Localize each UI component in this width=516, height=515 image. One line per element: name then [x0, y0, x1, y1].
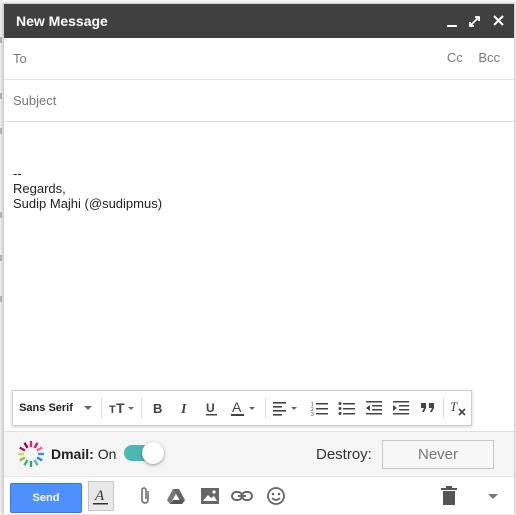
emoji-icon[interactable] [265, 485, 287, 507]
minimize-icon[interactable] [444, 12, 462, 30]
attach-icon[interactable] [134, 485, 156, 507]
subject-field[interactable]: Subject [4, 80, 514, 122]
dmail-brand: Dmail: [51, 446, 94, 462]
svg-text:T: T [450, 399, 458, 414]
underline-icon[interactable]: U [201, 391, 223, 425]
to-label: To [13, 51, 27, 66]
formatting-icon: A [93, 488, 108, 505]
svg-text:T: T [116, 400, 125, 416]
svg-text:B: B [153, 401, 162, 416]
bulleted-list-icon[interactable] [336, 391, 358, 425]
compose-bottom-toolbar: Send A [4, 476, 514, 514]
bcc-link[interactable]: Bcc [478, 50, 500, 65]
svg-text:A: A [232, 399, 242, 415]
align-icon[interactable] [271, 391, 303, 425]
svg-text:T: T [109, 404, 116, 416]
cc-link[interactable]: Cc [447, 50, 463, 65]
svg-text:3: 3 [311, 412, 314, 416]
dropdown-arrow-icon [83, 406, 92, 410]
compose-window: New Message To Cc Bcc Subject -- Regards… [3, 3, 515, 514]
signature-name: Sudip Majhi (@sudipmus) [13, 196, 163, 211]
drive-icon[interactable] [165, 485, 187, 507]
font-size-icon[interactable]: TT [106, 391, 138, 425]
indent-less-icon[interactable] [363, 391, 385, 425]
trash-icon[interactable] [438, 485, 460, 507]
formatting-toggle[interactable]: A [88, 481, 114, 511]
remove-formatting-icon[interactable]: T [447, 391, 469, 425]
destroy-select[interactable]: Never [382, 440, 494, 469]
italic-icon[interactable]: I [174, 391, 196, 425]
formatting-toolbar: Sans Serif TT B I U A 123 T [12, 390, 472, 426]
photo-icon[interactable] [199, 485, 221, 507]
dmail-logo-icon [18, 441, 44, 467]
bold-icon[interactable]: B [147, 391, 169, 425]
font-family-value: Sans Serif [19, 402, 73, 414]
popout-icon[interactable] [466, 12, 484, 30]
compose-title: New Message [16, 13, 108, 29]
close-icon[interactable] [490, 12, 508, 30]
svg-text:I: I [180, 402, 187, 416]
dmail-status: Dmail: On [51, 446, 116, 462]
destroy-label: Destroy: [316, 446, 372, 463]
text-color-icon[interactable]: A [229, 391, 261, 425]
signature-separator: -- [13, 166, 22, 181]
numbered-list-icon[interactable]: 123 [309, 391, 331, 425]
indent-more-icon[interactable] [390, 391, 412, 425]
link-icon[interactable] [231, 485, 253, 507]
send-button[interactable]: Send [10, 483, 82, 513]
dmail-toggle[interactable] [124, 442, 164, 464]
compose-titlebar[interactable]: New Message [4, 4, 514, 38]
message-body[interactable]: -- Regards, Sudip Majhi (@sudipmus) [13, 166, 162, 211]
svg-text:U: U [206, 401, 215, 415]
svg-text:A: A [94, 488, 105, 504]
dmail-bar: Dmail: On Destroy: Never [4, 431, 514, 476]
more-options-icon[interactable] [482, 485, 504, 507]
dmail-state: On [97, 446, 117, 462]
subject-placeholder: Subject [13, 93, 57, 108]
signature-regards: Regards, [13, 181, 66, 196]
to-field[interactable]: To Cc Bcc [4, 38, 514, 80]
font-family-select[interactable]: Sans Serif [17, 391, 97, 425]
quote-icon[interactable] [417, 391, 439, 425]
